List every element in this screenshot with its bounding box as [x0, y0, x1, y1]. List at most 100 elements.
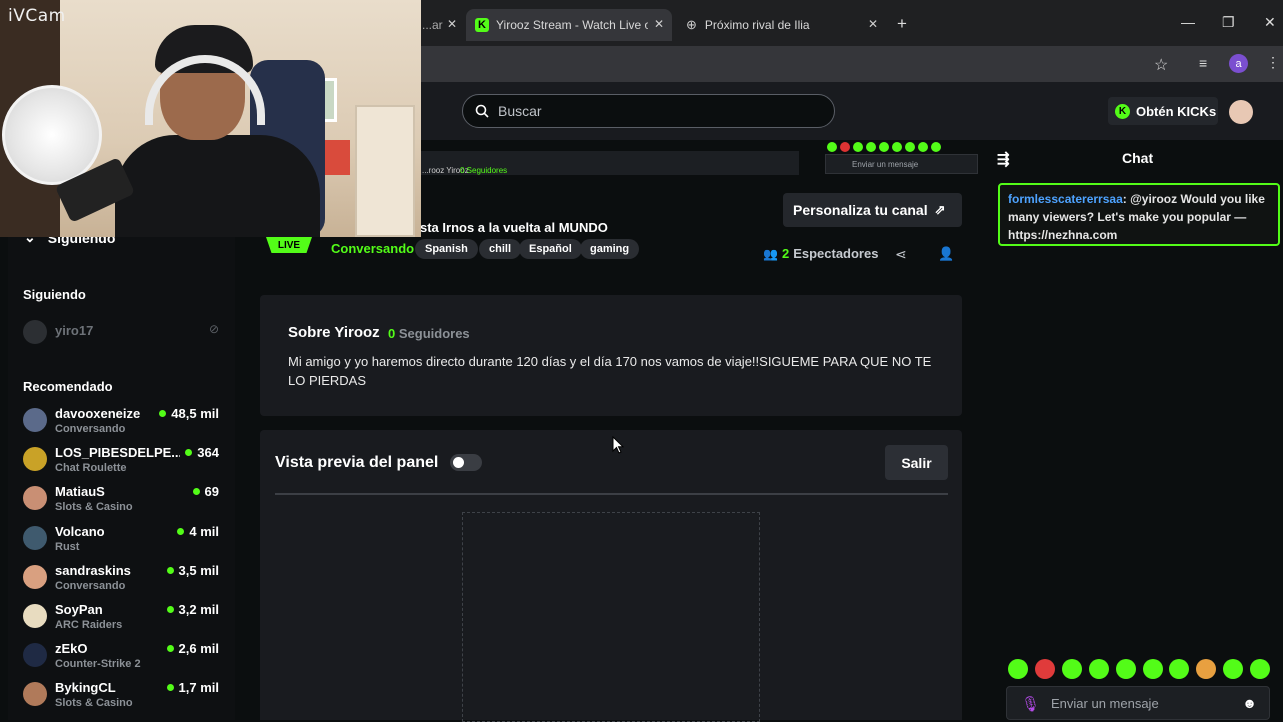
about-section: Sobre Yirooz 0 Seguidores Mi amigo y yo …	[260, 295, 962, 416]
channel-category: Conversando	[55, 579, 126, 592]
chat-username[interactable]: formlesscatererrsaa	[1008, 192, 1123, 206]
about-bio: Mi amigo y yo haremos directo durante 12…	[288, 354, 932, 388]
browser-menu-icon[interactable]: ⋮	[1266, 54, 1280, 71]
sidebar-item-soypan[interactable]: SoyPan ARC Raiders 3,2 mil	[23, 602, 223, 638]
viewers-icon: 👥	[763, 246, 778, 261]
avatar	[23, 525, 47, 550]
exit-button[interactable]: Salir	[885, 445, 948, 480]
tab-kick-stream[interactable]: K Yirooz Stream - Watch Live on K ✕	[466, 9, 672, 41]
share-icon[interactable]: ⋖	[895, 246, 907, 263]
user-avatar[interactable]	[1229, 100, 1253, 124]
follow-user-icon[interactable]: 👤	[938, 246, 954, 262]
tab-proximo-rival[interactable]: ⊕ Próximo rival de Ilia ✕	[676, 9, 886, 41]
followers-count: 0	[388, 326, 396, 341]
following-item[interactable]: yiro17 ⊘	[23, 320, 223, 356]
stream-category[interactable]: Conversando	[331, 241, 414, 256]
customize-channel-button[interactable]: Personaliza tu canal ⇗	[783, 193, 962, 227]
tag-gaming[interactable]: gaming	[580, 239, 640, 259]
chat-title: Chat	[1122, 150, 1154, 166]
emote-icon[interactable]	[1008, 659, 1028, 679]
panel-divider	[275, 493, 948, 495]
channel-name: BykingCL	[55, 680, 116, 696]
tag-espanol[interactable]: Español	[519, 239, 582, 259]
globe-icon: ⊕	[686, 17, 697, 32]
avatar	[23, 564, 47, 589]
sidebar-item-bykingcl[interactable]: BykingCL Slots & Casino 1,7 mil	[23, 680, 223, 716]
avatar	[23, 320, 47, 344]
panel-title: Vista previa del panel	[275, 454, 439, 471]
viewers-number: 2	[781, 246, 790, 261]
viewer-number: 3,2 mil	[178, 602, 219, 617]
sidebar-item-los-pibesdelpe-[interactable]: LOS_PIBESDELPE... Chat Roulette 364	[23, 445, 223, 481]
emoji-icon[interactable]: ☻	[1242, 695, 1257, 711]
tab-partial[interactable]: ...ar ✕	[420, 9, 465, 41]
webcam-fan	[2, 85, 102, 185]
channel-name: zEkO	[55, 641, 88, 657]
sidebar-item-matiaus[interactable]: MatiauS Slots & Casino 69	[23, 484, 223, 520]
panel-placeholder[interactable]	[462, 512, 760, 722]
mini-chat-input: Enviar un mensaje	[825, 154, 978, 174]
viewers-label: Espectadores	[793, 246, 879, 261]
viewer-number: 364	[197, 445, 219, 461]
avatar	[23, 643, 47, 668]
avatar	[23, 447, 47, 472]
search-input[interactable]: Buscar	[462, 94, 835, 128]
sidebar-item-sandraskins[interactable]: sandraskins Conversando 3,5 mil	[23, 563, 223, 599]
bookmark-star-icon[interactable]: ☆	[1154, 55, 1168, 75]
minimize-button[interactable]: —	[1181, 14, 1195, 30]
channel-name: Volcano	[55, 523, 105, 539]
emote-icon[interactable]	[1034, 659, 1055, 679]
channel-name: yiro17	[55, 323, 94, 338]
tag-chill[interactable]: chill	[479, 239, 522, 259]
tag-spanish[interactable]: Spanish	[415, 239, 478, 259]
viewer-count: 4 mil	[177, 524, 219, 539]
emote-icon[interactable]	[1061, 659, 1082, 679]
about-heading: Sobre Yirooz	[288, 324, 380, 341]
avatar	[23, 486, 47, 511]
close-icon[interactable]: ✕	[868, 17, 878, 31]
live-dot-icon	[159, 410, 167, 417]
kick-logo-icon: K	[475, 18, 489, 32]
emote-icon[interactable]	[1250, 659, 1271, 679]
panel-preview-toggle[interactable]	[450, 454, 482, 471]
external-link-icon: ⇗	[934, 202, 946, 217]
viewer-number: 48,5 mil	[171, 406, 219, 421]
live-dot-icon	[166, 684, 174, 692]
collapse-chat-icon[interactable]: ⇶	[997, 150, 1010, 168]
channel-category: Slots & Casino	[55, 501, 133, 514]
viewer-count: 3,2 mil	[166, 602, 219, 617]
media-control-icon[interactable]: ≡	[1199, 55, 1207, 71]
sidebar-item-zeko[interactable]: zEkO Counter-Strike 2 2,6 mil	[23, 641, 223, 677]
profile-avatar[interactable]: a	[1229, 54, 1248, 73]
window-close-button[interactable]: ✕	[1264, 14, 1276, 31]
close-icon[interactable]: ✕	[654, 17, 664, 31]
channel-category: Rust	[55, 540, 80, 553]
webcam-door	[355, 105, 415, 237]
mini-preview-followers: 0 Seguidores	[460, 166, 508, 175]
viewer-number: 4 mil	[189, 523, 219, 539]
emote-icon[interactable]	[1088, 659, 1109, 679]
stream-title: sta Irnos a la vuelta al MUNDO	[420, 220, 608, 235]
viewer-number: 1,7 mil	[178, 680, 219, 696]
get-kicks-button[interactable]: K Obtén KICKs	[1108, 97, 1218, 125]
live-dot-icon	[166, 566, 174, 574]
sidebar-item-volcano[interactable]: Volcano Rust 4 mil	[23, 524, 223, 560]
new-tab-button[interactable]: +	[897, 14, 907, 34]
restore-button[interactable]: ❐	[1222, 14, 1235, 31]
mouse-cursor-icon	[612, 436, 624, 454]
emote-icon[interactable]	[1142, 659, 1163, 679]
followers-label: Seguidores	[398, 326, 470, 341]
mini-preview-bar: ...rooz Yirooz 0 Seguidores	[420, 151, 799, 175]
tab-label: Próximo rival de Ilia	[704, 18, 810, 32]
chat-input[interactable]: 🎙 Enviar un mensaje ☻	[1006, 686, 1270, 720]
microphone-icon[interactable]: 🎙	[1021, 695, 1040, 713]
channel-name: davooxeneize	[55, 406, 141, 421]
close-icon[interactable]: ✕	[447, 17, 457, 31]
emote-icon[interactable]	[1115, 659, 1136, 679]
chat-message: formlesscatererrsaa: @yirooz Would you l…	[998, 183, 1280, 246]
chat-input-placeholder: Enviar un mensaje	[1051, 695, 1159, 711]
live-dot-icon	[185, 449, 193, 457]
search-placeholder: Buscar	[498, 103, 542, 119]
channel-category: ARC Raiders	[55, 619, 123, 631]
sidebar-item-davooxeneize[interactable]: davooxeneize Conversando 48,5 mil	[23, 406, 223, 442]
